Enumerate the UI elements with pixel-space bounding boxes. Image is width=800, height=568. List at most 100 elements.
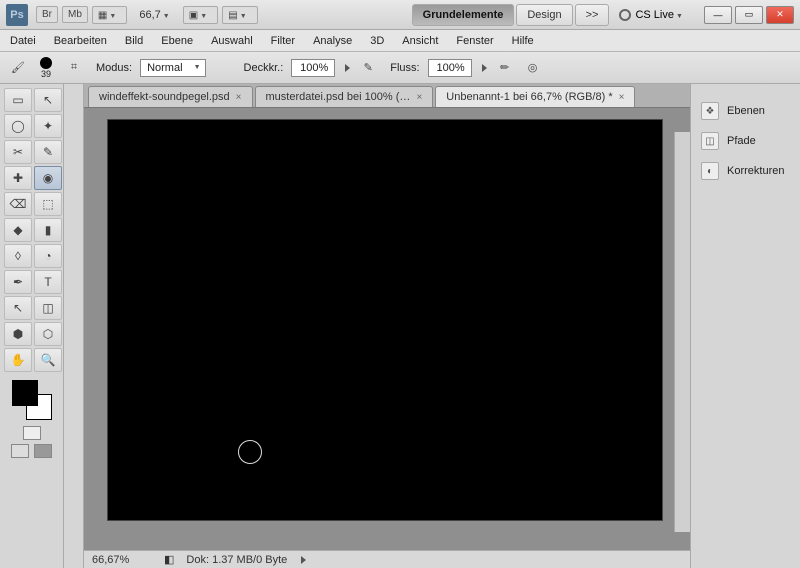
status-zoom[interactable]: 66,67% — [92, 554, 152, 566]
extras-button[interactable]: ▤ — [222, 6, 257, 24]
cslive-icon — [619, 9, 631, 21]
maximize-button[interactable]: ▭ — [735, 6, 763, 24]
menu-datei[interactable]: Datei — [10, 35, 36, 47]
menu-ebene[interactable]: Ebene — [161, 35, 193, 47]
close-button[interactable]: ✕ — [766, 6, 794, 24]
flow-label: Fluss: — [390, 62, 419, 74]
tool-brush[interactable]: ◉ — [34, 166, 62, 190]
document-tabbar: windeffekt-soundpegel.psd × musterdatei.… — [84, 84, 690, 108]
tool-hand[interactable]: ✋ — [4, 348, 32, 372]
tab-label: windeffekt-soundpegel.psd — [99, 91, 230, 103]
workspace-grundelemente[interactable]: Grundelemente — [412, 4, 515, 26]
workspace-design[interactable]: Design — [516, 4, 572, 26]
bridge-button[interactable]: Br — [36, 6, 58, 23]
panel-pfade[interactable]: ◫ Pfade — [697, 126, 794, 156]
vertical-scrollbar[interactable] — [674, 132, 690, 532]
quickmask-toggle[interactable] — [23, 426, 41, 440]
brush-panel-toggle[interactable]: ⌗ — [64, 58, 84, 78]
blend-mode-select[interactable]: Normal — [140, 59, 205, 77]
canvas-area[interactable] — [84, 108, 690, 550]
panel-label: Ebenen — [727, 105, 765, 117]
brush-preset-picker[interactable]: 39 — [40, 57, 52, 79]
arrange-docs-button[interactable]: ▦ — [92, 6, 127, 24]
document-canvas[interactable] — [108, 120, 662, 520]
tool-path-select[interactable]: ↖ — [4, 296, 32, 320]
collapsed-panel-strip — [64, 84, 84, 568]
status-bar: 66,67% ◧ Dok: 1.37 MB/0 Byte — [84, 550, 690, 568]
tab-label: Unbenannt-1 bei 66,7% (RGB/8) * — [446, 91, 612, 103]
tab-label: musterdatei.psd bei 100% (… — [266, 91, 411, 103]
foreground-swatch[interactable] — [12, 380, 38, 406]
menu-3d[interactable]: 3D — [370, 35, 384, 47]
brush-size-label: 39 — [41, 69, 51, 79]
menu-hilfe[interactable]: Hilfe — [512, 35, 534, 47]
adjustments-icon: ◐ — [701, 162, 719, 180]
menu-fenster[interactable]: Fenster — [456, 35, 493, 47]
tablet-pressure-icon[interactable]: ◎ — [523, 58, 543, 78]
panel-korrekturen[interactable]: ◐ Korrekturen — [697, 156, 794, 186]
opacity-pressure-icon[interactable]: ✎ — [358, 58, 378, 78]
minimize-button[interactable]: — — [704, 6, 732, 24]
screenmode-standard[interactable] — [11, 444, 29, 458]
screenmode-full[interactable] — [34, 444, 52, 458]
opacity-label: Deckkr.: — [244, 62, 284, 74]
workspace-more[interactable]: >> — [575, 4, 610, 26]
status-flyout[interactable] — [301, 556, 306, 564]
opacity-input[interactable]: 100% — [291, 59, 335, 77]
tool-lasso[interactable]: ◯ — [4, 114, 32, 138]
flow-input[interactable]: 100% — [428, 59, 472, 77]
zoom-display[interactable]: 66,7 — [139, 9, 174, 21]
menu-filter[interactable]: Filter — [271, 35, 295, 47]
menu-ansicht[interactable]: Ansicht — [402, 35, 438, 47]
doc-tab-0[interactable]: windeffekt-soundpegel.psd × — [88, 86, 253, 107]
paths-icon: ◫ — [701, 132, 719, 150]
cs-live-button[interactable]: CS Live — [619, 9, 688, 21]
tab-close-icon[interactable]: × — [416, 92, 422, 103]
menu-analyse[interactable]: Analyse — [313, 35, 352, 47]
tools-panel: ▭ ↖ ◯ ✦ ✂ ✎ ✚ ◉ ⌫ ⬚ ◆ ▮ ◊ ◔ ✒ T ↖ ◫ ⬢ ⬡ … — [0, 84, 64, 568]
panel-label: Korrekturen — [727, 165, 784, 177]
tool-eyedropper[interactable]: ✎ — [34, 140, 62, 164]
tool-zoom[interactable]: 🔍 — [34, 348, 62, 372]
right-panel-dock: ❖ Ebenen ◫ Pfade ◐ Korrekturen — [690, 84, 800, 568]
tool-crop[interactable]: ✂ — [4, 140, 32, 164]
tool-blur[interactable]: ◊ — [4, 244, 32, 268]
tool-type[interactable]: T — [34, 270, 62, 294]
status-doc-size: Dok: 1.37 MB/0 Byte — [186, 554, 287, 566]
doc-tab-2[interactable]: Unbenannt-1 bei 66,7% (RGB/8) * × — [435, 86, 635, 107]
tool-marquee[interactable]: ▭ — [4, 88, 32, 112]
menu-auswahl[interactable]: Auswahl — [211, 35, 253, 47]
airbrush-icon[interactable]: ✏ — [495, 58, 515, 78]
mode-label: Modus: — [96, 62, 132, 74]
tool-healing[interactable]: ✚ — [4, 166, 32, 190]
tool-3d-camera[interactable]: ⬡ — [34, 322, 62, 346]
panel-ebenen[interactable]: ❖ Ebenen — [697, 96, 794, 126]
tab-close-icon[interactable]: × — [236, 92, 242, 103]
app-logo: Ps — [6, 4, 28, 26]
screen-mode-button[interactable]: ▣ — [183, 6, 218, 24]
tool-history-brush[interactable]: ⬚ — [34, 192, 62, 216]
tool-shape[interactable]: ◫ — [34, 296, 62, 320]
status-doc-icon[interactable]: ◧ — [164, 553, 174, 566]
brush-tool-icon: 🖌 — [8, 58, 28, 78]
tool-3d[interactable]: ⬢ — [4, 322, 32, 346]
panel-label: Pfade — [727, 135, 756, 147]
tool-stamp[interactable]: ⌫ — [4, 192, 32, 216]
tool-gradient[interactable]: ▮ — [34, 218, 62, 242]
doc-tab-1[interactable]: musterdatei.psd bei 100% (… × — [255, 86, 434, 107]
opacity-flyout[interactable] — [345, 64, 350, 72]
brush-cursor — [238, 440, 262, 464]
tab-close-icon[interactable]: × — [619, 92, 625, 103]
menu-bearbeiten[interactable]: Bearbeiten — [54, 35, 107, 47]
tool-eraser[interactable]: ◆ — [4, 218, 32, 242]
flow-flyout[interactable] — [482, 64, 487, 72]
tool-move[interactable]: ↖ — [34, 88, 62, 112]
minibridge-button[interactable]: Mb — [62, 6, 88, 23]
color-swatches[interactable] — [12, 380, 52, 420]
cslive-label: CS Live — [635, 9, 674, 21]
tool-dodge[interactable]: ◔ — [34, 244, 62, 268]
menu-bild[interactable]: Bild — [125, 35, 143, 47]
tool-wand[interactable]: ✦ — [34, 114, 62, 138]
tool-pen[interactable]: ✒ — [4, 270, 32, 294]
layers-icon: ❖ — [701, 102, 719, 120]
